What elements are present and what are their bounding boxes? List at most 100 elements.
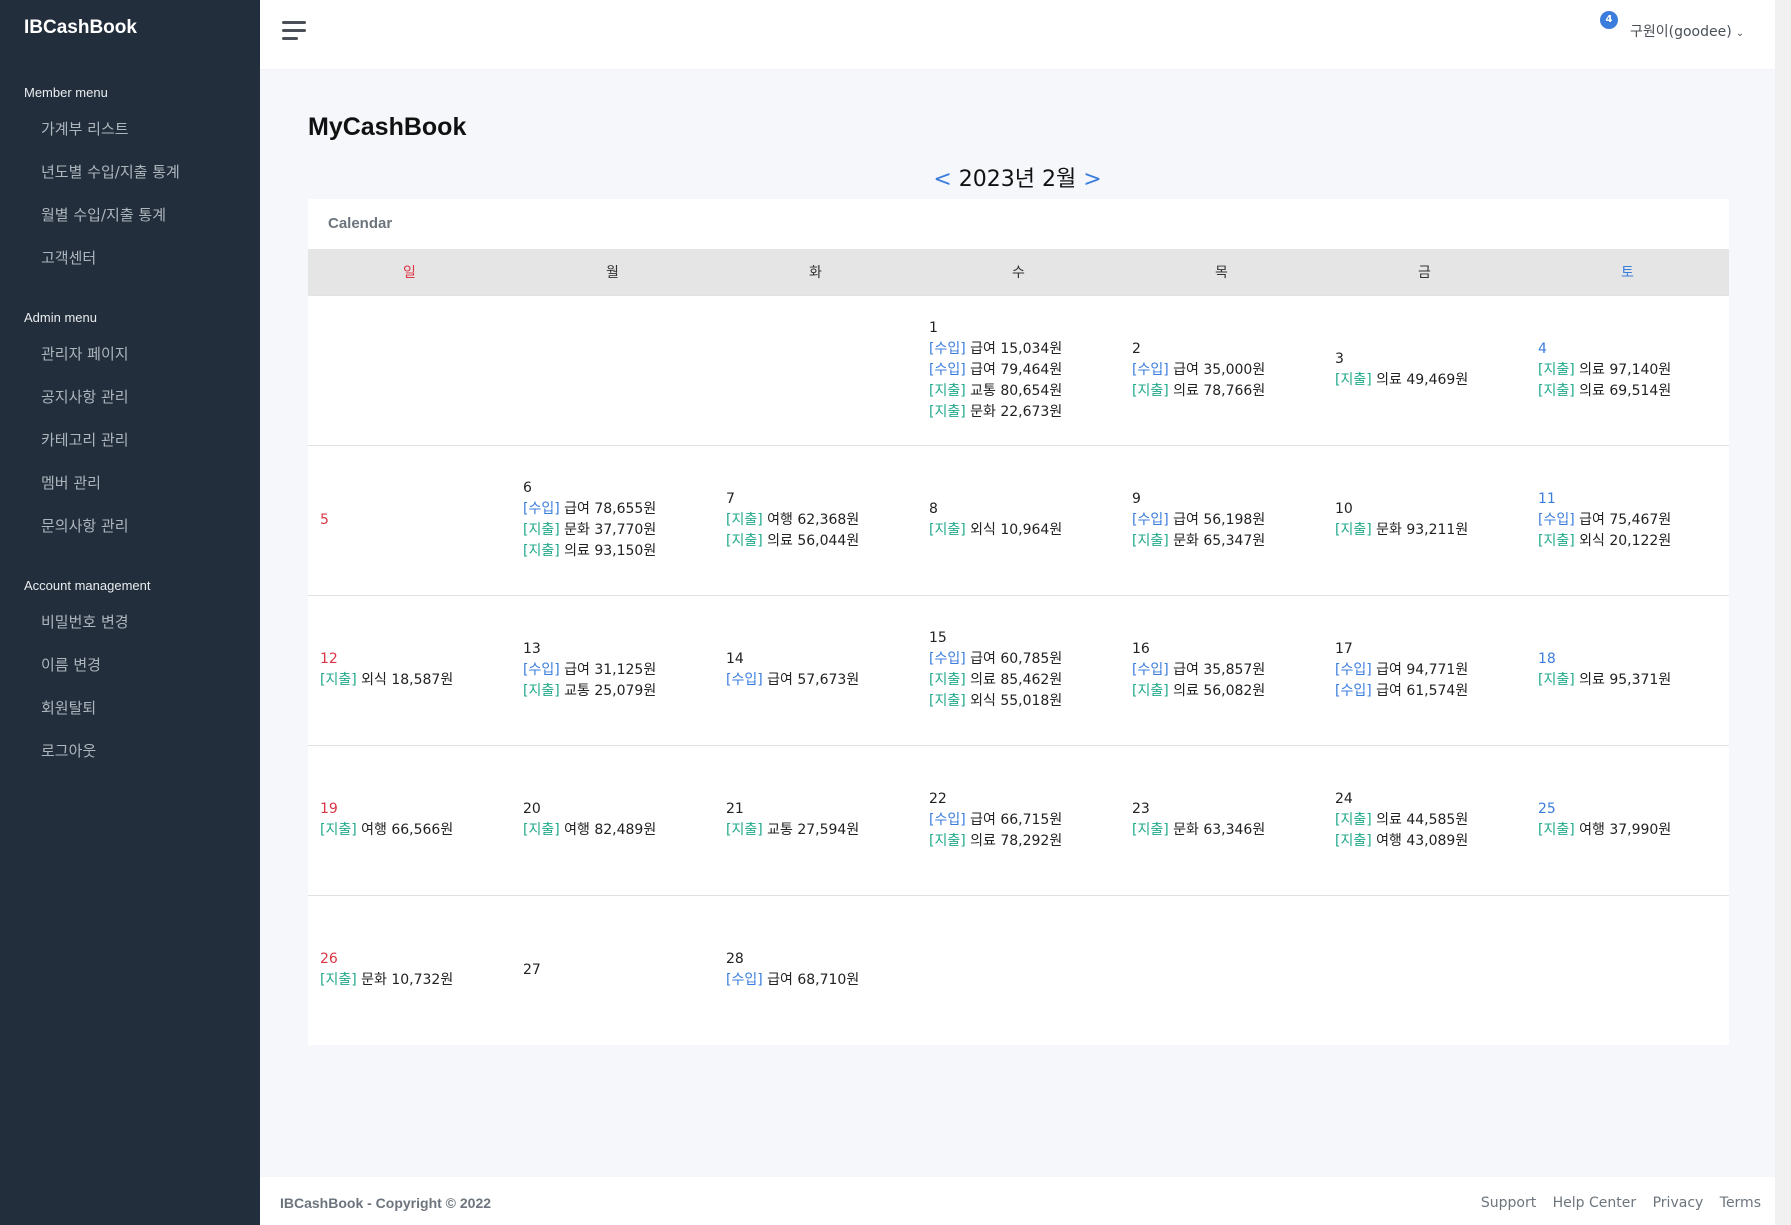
cashbook-entry[interactable]: [지출] 의료 56,082원 [1132,681,1323,702]
calendar-day-cell[interactable]: 13 [수입] 급여 31,125원 [지출] 교통 25,079원 [511,594,714,745]
sidebar-item-member-manage[interactable]: 멤버 관리 [0,462,260,505]
cashbook-entry[interactable]: [지출] 의료 95,371원 [1538,670,1729,691]
sidebar-item-yearly-stats[interactable]: 년도별 수입/지출 통계 [0,151,260,194]
calendar-day-cell[interactable]: 1 [수입] 급여 15,034원 [수입] 급여 79,464원 [지출] 교통 8… [917,294,1120,445]
expense-tag: [지출] [320,672,357,688]
next-month-link[interactable]: > [1083,167,1101,192]
calendar-day-cell[interactable]: 16 [수입] 급여 35,857원 [지출] 의료 56,082원 [1120,594,1323,745]
cashbook-entry[interactable]: [지출] 외식 10,964원 [929,520,1120,541]
hamburger-icon[interactable] [282,21,308,43]
cashbook-entry[interactable]: [지출] 의료 93,150원 [523,541,714,562]
calendar-day-cell[interactable]: 6 [수입] 급여 78,655원 [지출] 문화 37,770원 [지출] 의료 9… [511,444,714,595]
calendar-day-cell[interactable]: 18 [지출] 의료 95,371원 [1526,594,1729,745]
cashbook-entry[interactable]: [수입] 급여 61,574원 [1335,681,1526,702]
calendar-day-cell[interactable]: 3 [지출] 의료 49,469원 [1323,294,1526,445]
cashbook-entry[interactable]: [수입] 급여 78,655원 [523,499,714,520]
calendar-day-cell[interactable]: 24 [지출] 의료 44,585원 [지출] 여행 43,089원 [1323,744,1526,895]
cashbook-entry[interactable]: [지출] 의료 85,462원 [929,670,1120,691]
cashbook-entry[interactable]: [수입] 급여 60,785원 [929,649,1120,670]
cashbook-entry[interactable]: [지출] 교통 80,654원 [929,381,1120,402]
cashbook-entry[interactable]: [수입] 급여 31,125원 [523,660,714,681]
expense-tag: [지출] [726,511,763,528]
calendar-day-cell[interactable]: 11 [수입] 급여 75,467원 [지출] 외식 20,122원 [1526,444,1729,595]
cashbook-entry[interactable]: [지출] 문화 10,732원 [320,970,511,991]
calendar-day-cell[interactable]: 5 [308,444,511,595]
sidebar-item-notice-manage[interactable]: 공지사항 관리 [0,376,260,419]
cashbook-entry[interactable]: [지출] 여행 37,990원 [1538,820,1729,841]
footer-link-privacy[interactable]: Privacy [1653,1195,1704,1211]
calendar-day-cell[interactable]: 2 [수입] 급여 35,000원 [지출] 의료 78,766원 [1120,294,1323,445]
cashbook-entry[interactable]: [지출] 여행 66,566원 [320,820,511,841]
calendar-day-cell[interactable]: 10 [지출] 문화 93,211원 [1323,444,1526,595]
sidebar-item-logout[interactable]: 로그아웃 [0,730,260,773]
calendar-day-cell[interactable]: 27 [511,894,714,1045]
calendar-day-cell[interactable]: 26 [지출] 문화 10,732원 [308,894,511,1045]
cashbook-entry[interactable]: [지출] 의료 56,044원 [726,531,917,552]
cashbook-entry[interactable]: [지출] 의료 69,514원 [1538,381,1729,402]
calendar-day-cell[interactable]: 15 [수입] 급여 60,785원 [지출] 의료 85,462원 [지출] 외식 … [917,594,1120,745]
cashbook-entry[interactable]: [수입] 급여 35,857원 [1132,660,1323,681]
calendar-day-cell[interactable]: 25 [지출] 여행 37,990원 [1526,744,1729,895]
cashbook-entry[interactable]: [수입] 급여 57,673원 [726,670,917,691]
calendar-day-cell[interactable]: 17 [수입] 급여 94,771원 [수입] 급여 61,574원 [1323,594,1526,745]
cashbook-entry[interactable]: [지출] 문화 93,211원 [1335,520,1526,541]
sidebar-item-admin-page[interactable]: 관리자 페이지 [0,333,260,376]
cashbook-entry[interactable]: [지출] 문화 65,347원 [1132,531,1323,552]
expense-tag: [지출] [1335,522,1372,538]
calendar-day-cell[interactable]: 23 [지출] 문화 63,346원 [1120,744,1323,895]
calendar-day-cell[interactable]: 12 [지출] 외식 18,587원 [308,594,511,745]
cashbook-entry[interactable]: [수입] 급여 35,000원 [1132,360,1323,381]
cashbook-entry[interactable]: [지출] 문화 22,673원 [929,402,1120,423]
calendar-day-cell[interactable]: 8 [지출] 외식 10,964원 [917,444,1120,595]
footer-link-support[interactable]: Support [1481,1195,1536,1211]
sidebar-item-withdraw[interactable]: 회원탈퇴 [0,687,260,730]
cashbook-entry[interactable]: [지출] 여행 43,089원 [1335,831,1526,852]
cashbook-entry[interactable]: [지출] 외식 18,587원 [320,670,511,691]
cashbook-entry[interactable]: [지출] 여행 62,368원 [726,510,917,531]
calendar-day-cell[interactable]: 22 [수입] 급여 66,715원 [지출] 의료 78,292원 [917,744,1120,895]
calendar-day-cell[interactable]: 9 [수입] 급여 56,198원 [지출] 문화 65,347원 [1120,444,1323,595]
brand-logo[interactable]: IBCashBook [0,0,260,56]
footer-link-terms[interactable]: Terms [1720,1195,1761,1211]
sidebar-item-customer-center[interactable]: 고객센터 [0,237,260,280]
cashbook-entry[interactable]: [지출] 교통 27,594원 [726,820,917,841]
cashbook-entry[interactable]: [지출] 문화 37,770원 [523,520,714,541]
cashbook-entry[interactable]: [수입] 급여 79,464원 [929,360,1120,381]
cashbook-entry[interactable]: [지출] 교통 25,079원 [523,681,714,702]
user-dropdown[interactable]: 구원이(goodee) ⌄ [1630,21,1744,41]
sidebar-item-category-manage[interactable]: 카테고리 관리 [0,419,260,462]
day-number: 23 [1132,801,1150,817]
footer-link-help-center[interactable]: Help Center [1553,1195,1637,1211]
sidebar-item-change-name[interactable]: 이름 변경 [0,644,260,687]
cashbook-entry[interactable]: [수입] 급여 15,034원 [929,339,1120,360]
calendar-day-cell[interactable]: 28 [수입] 급여 68,710원 [714,894,917,1045]
cashbook-entry[interactable]: [수입] 급여 56,198원 [1132,510,1323,531]
calendar-day-cell[interactable]: 7 [지출] 여행 62,368원 [지출] 의료 56,044원 [714,444,917,595]
prev-month-link[interactable]: < [933,167,951,192]
cashbook-entry[interactable]: [지출] 외식 55,018원 [929,691,1120,712]
sidebar-item-cashbook-list[interactable]: 가계부 리스트 [0,108,260,151]
scrollbar[interactable] [1775,0,1791,1225]
calendar-day-cell[interactable]: 14 [수입] 급여 57,673원 [714,594,917,745]
cashbook-entry[interactable]: [지출] 의료 97,140원 [1538,360,1729,381]
cashbook-entry[interactable]: [지출] 문화 63,346원 [1132,820,1323,841]
cashbook-entry[interactable]: [수입] 급여 66,715원 [929,810,1120,831]
cashbook-entry[interactable]: [지출] 외식 20,122원 [1538,531,1729,552]
notification-badge[interactable]: 4 [1600,11,1618,29]
calendar-day-cell[interactable]: 19 [지출] 여행 66,566원 [308,744,511,895]
cashbook-entry[interactable]: [지출] 의료 44,585원 [1335,810,1526,831]
sidebar-item-monthly-stats[interactable]: 월별 수입/지출 통계 [0,194,260,237]
sidebar-item-change-password[interactable]: 비밀번호 변경 [0,601,260,644]
cashbook-entry[interactable]: [지출] 여행 82,489원 [523,820,714,841]
cashbook-entry[interactable]: [지출] 의료 49,469원 [1335,370,1526,391]
calendar-day-cell[interactable]: 20 [지출] 여행 82,489원 [511,744,714,895]
cashbook-entry[interactable]: [지출] 의료 78,766원 [1132,381,1323,402]
calendar-day-cell[interactable]: 4 [지출] 의료 97,140원 [지출] 의료 69,514원 [1526,294,1729,445]
cashbook-entry[interactable]: [수입] 급여 75,467원 [1538,510,1729,531]
cashbook-entry[interactable]: [수입] 급여 94,771원 [1335,660,1526,681]
entry-detail: 외식 55,018원 [970,693,1063,709]
cashbook-entry[interactable]: [지출] 의료 78,292원 [929,831,1120,852]
calendar-day-cell[interactable]: 21 [지출] 교통 27,594원 [714,744,917,895]
sidebar-item-inquiry-manage[interactable]: 문의사항 관리 [0,505,260,548]
cashbook-entry[interactable]: [수입] 급여 68,710원 [726,970,917,991]
